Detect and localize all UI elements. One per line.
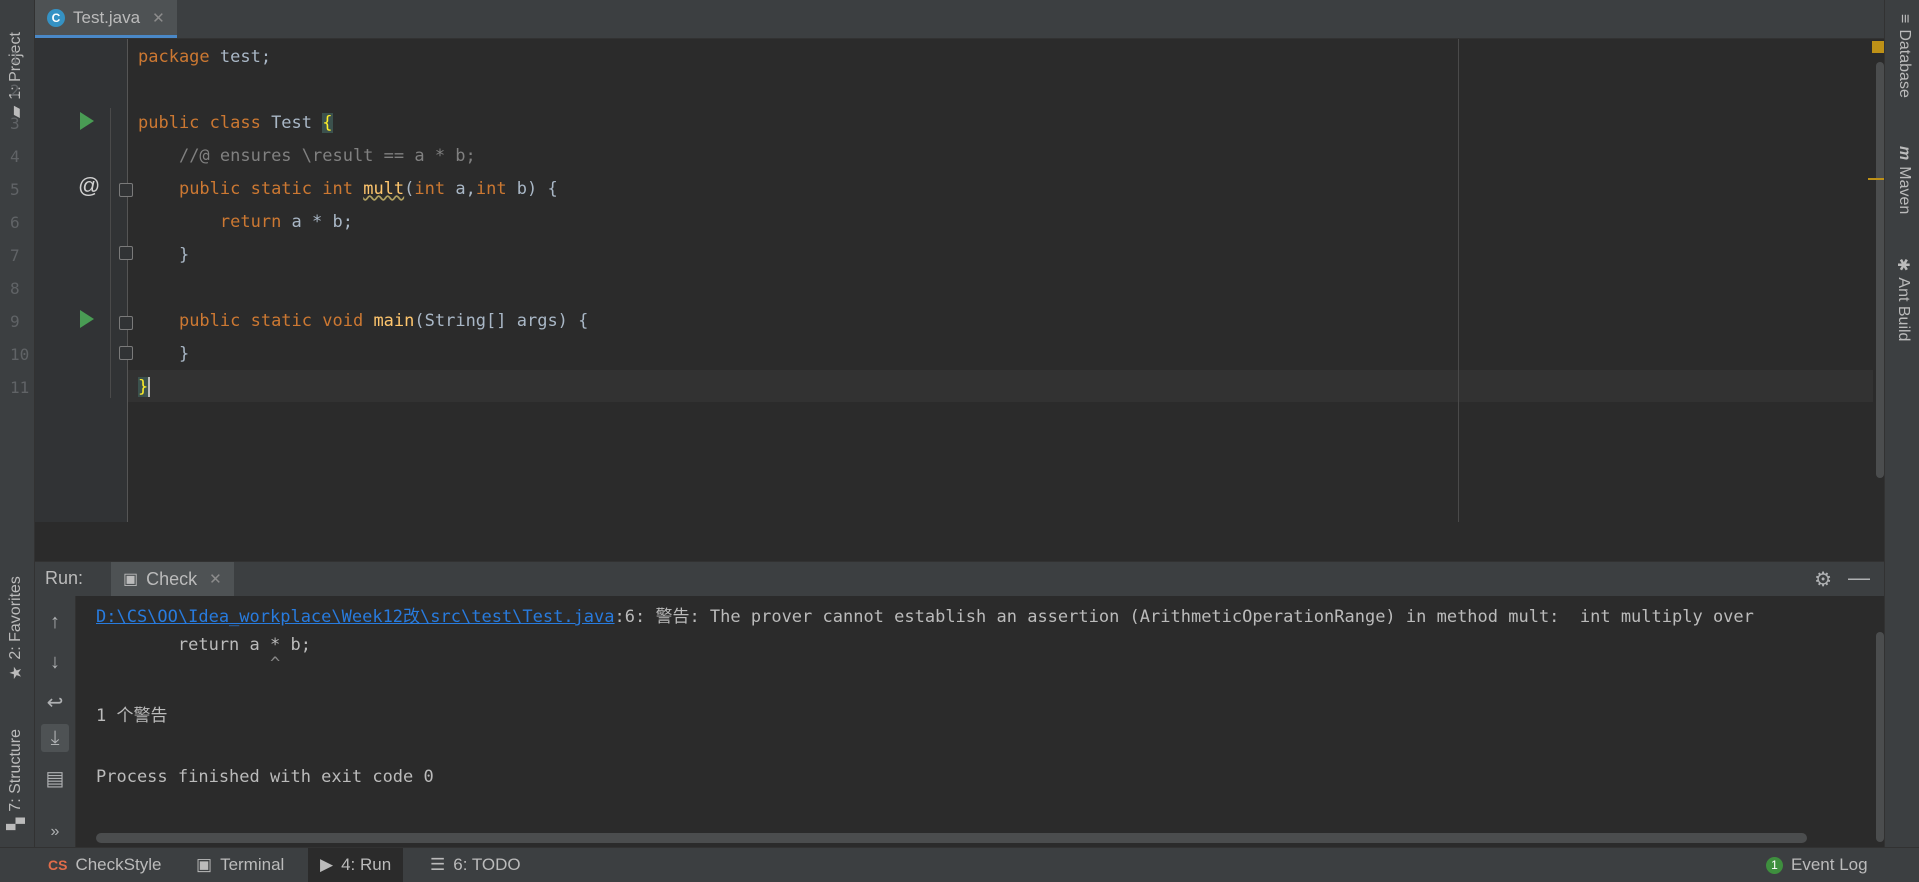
favorites-tool-tab[interactable]: ★ 2: Favorites xyxy=(6,576,26,680)
terminal-tab[interactable]: ▣ Terminal xyxy=(184,848,296,882)
maven-tab-label: Maven xyxy=(1896,166,1913,215)
soft-wrap-icon[interactable]: ↩ xyxy=(41,688,69,716)
line-number: 11 xyxy=(10,378,30,397)
database-tool-tab[interactable]: ≡ Database xyxy=(1895,14,1913,98)
code-line-9: public static void main(String[] args) { xyxy=(178,311,589,331)
current-line-highlight xyxy=(127,370,1873,402)
line-number: 6 xyxy=(10,213,20,232)
text-caret xyxy=(148,377,151,397)
list-icon: ☰ xyxy=(430,855,446,874)
console-warning-count: 1 个警告 xyxy=(96,706,168,726)
line-number: 7 xyxy=(10,246,20,265)
console-icon: ▣ xyxy=(123,571,139,588)
checkstyle-tab[interactable]: CS CheckStyle xyxy=(36,848,173,882)
line-number: 3 xyxy=(10,114,20,133)
warning-status-icon[interactable] xyxy=(1872,41,1884,53)
console-horizontal-scrollbar[interactable] xyxy=(96,833,1807,843)
event-log-label: Event Log xyxy=(1791,855,1868,874)
arrow-up-icon[interactable]: ↑ xyxy=(41,608,69,636)
close-icon[interactable]: ✕ xyxy=(152,9,165,27)
structure-tool-tab[interactable]: ▚ 7: Structure xyxy=(6,729,26,830)
run-panel-title: Run: xyxy=(45,568,84,588)
structure-tab-label: 7: Structure xyxy=(7,728,24,812)
todo-label: 6: TODO xyxy=(453,855,521,874)
warning-stripe-marker[interactable] xyxy=(1868,178,1884,180)
console-warning-line: D:\CS\OO\Idea_workplace\Week12改\src\test… xyxy=(96,607,1754,627)
gear-icon[interactable]: ⚙ xyxy=(1814,567,1832,592)
minimize-icon[interactable]: — xyxy=(1848,565,1870,591)
right-tool-strip: ≡ Database m Maven ✱ Ant Build xyxy=(1884,0,1919,847)
console-caret-line: ^ xyxy=(96,654,281,674)
close-icon[interactable]: ✕ xyxy=(209,570,222,588)
tab-test-java[interactable]: C Test.java ✕ xyxy=(35,0,177,38)
editor-tab-bar: C Test.java ✕ xyxy=(35,0,1884,39)
code-line-4: //@ ensures \result == a * b; xyxy=(178,146,476,166)
ant-icon: ✱ xyxy=(1894,258,1911,272)
line-number: 2 xyxy=(10,81,20,100)
bottom-tool-bar: CS CheckStyle ▣ Terminal ▶ 4: Run ☰ 6: T… xyxy=(0,847,1919,882)
line-number: 10 xyxy=(10,345,30,364)
checkstyle-icon: CS xyxy=(48,857,68,873)
console-code-line: return a * b; xyxy=(96,635,311,655)
code-line-6: return a * b; xyxy=(219,212,353,232)
indent-guide xyxy=(110,108,111,398)
maven-icon: m xyxy=(1896,146,1913,161)
ant-tab-label: Ant Build xyxy=(1895,277,1912,342)
favorites-tab-label: 2: Favorites xyxy=(7,576,24,660)
file-path-link[interactable]: D:\CS\OO\Idea_workplace\Week12改\src\test… xyxy=(96,607,615,627)
run-main-icon[interactable] xyxy=(80,310,94,328)
star-icon: ★ xyxy=(8,665,25,680)
java-class-icon: C xyxy=(47,8,65,27)
arrow-down-icon[interactable]: ↓ xyxy=(41,648,69,676)
event-log-tab[interactable]: 1 Event Log xyxy=(1754,848,1880,882)
editor-scrollbar[interactable] xyxy=(1876,62,1884,478)
scroll-to-end-icon[interactable]: ⤓ xyxy=(41,724,69,752)
check-tab-label: Check xyxy=(146,568,198,589)
run-class-icon[interactable] xyxy=(80,112,94,130)
fold-icon[interactable] xyxy=(119,183,133,197)
fold-icon[interactable] xyxy=(119,316,133,330)
terminal-label: Terminal xyxy=(220,855,285,874)
code-line-3: public class Test { xyxy=(138,113,333,133)
run-panel-header: Run: ▣ Check ✕ ⚙ — xyxy=(35,561,1884,596)
print-icon[interactable]: ▤ xyxy=(41,764,69,792)
structure-icon: ▚ xyxy=(8,817,25,830)
run-tab[interactable]: ▶ 4: Run xyxy=(308,848,404,882)
maven-tool-tab[interactable]: m Maven xyxy=(1895,146,1913,214)
line-number: 1 xyxy=(10,48,20,67)
code-line-10: } xyxy=(178,344,190,364)
fold-icon[interactable] xyxy=(119,346,133,360)
line-number: 8 xyxy=(10,279,20,298)
ant-build-tool-tab[interactable]: ✱ Ant Build xyxy=(1893,258,1913,341)
project-tool-tab[interactable]: ▰ 1: Project xyxy=(6,32,26,118)
checkstyle-label: CheckStyle xyxy=(75,855,162,874)
line-number: 9 xyxy=(10,312,20,331)
code-line-11: } xyxy=(138,377,151,397)
terminal-icon: ▣ xyxy=(196,855,213,874)
todo-tab[interactable]: ☰ 6: TODO xyxy=(418,848,533,882)
at-annotation-icon[interactable]: @ xyxy=(78,173,100,199)
run-label: 4: Run xyxy=(341,855,392,874)
more-icon[interactable]: » xyxy=(41,818,69,846)
console-exit-line: Process finished with exit code 0 xyxy=(96,767,434,787)
tab-label: Test.java xyxy=(73,7,141,27)
play-icon: ▶ xyxy=(320,855,334,874)
code-line-5: public static int mult(int a,int b) { xyxy=(178,179,558,199)
code-editor[interactable] xyxy=(35,39,1884,522)
code-line-1: package test; xyxy=(138,47,272,67)
database-tab-label: Database xyxy=(1896,29,1913,98)
console-output[interactable]: D:\CS\OO\Idea_workplace\Week12改\src\test… xyxy=(76,596,1884,847)
code-line-7: } xyxy=(178,245,190,265)
run-toolbar: ↑ ↓ ↩ ⤓ ▤ » xyxy=(35,596,76,847)
line-number: 4 xyxy=(10,147,20,166)
database-icon: ≡ xyxy=(1896,14,1913,24)
right-margin-guide xyxy=(1458,39,1459,522)
console-vertical-scrollbar[interactable] xyxy=(1876,632,1884,842)
event-count-badge: 1 xyxy=(1766,856,1783,874)
line-number: 5 xyxy=(10,180,20,199)
fold-icon[interactable] xyxy=(119,246,133,260)
tab-check[interactable]: ▣ Check ✕ xyxy=(111,562,234,596)
